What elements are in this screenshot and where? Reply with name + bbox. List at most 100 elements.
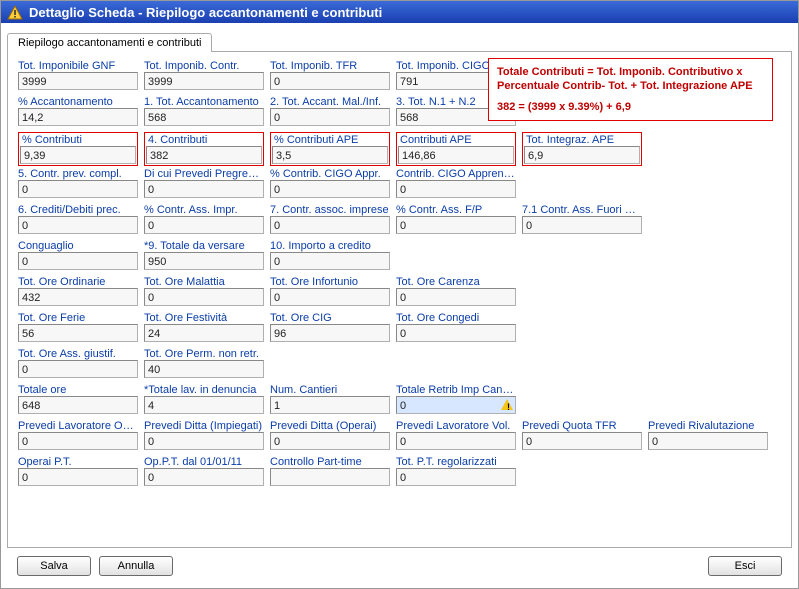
field-cell: % Contr. Ass. F/P0 <box>396 204 516 238</box>
field-value[interactable]: 40 <box>144 360 264 378</box>
field-cell: Prevedi Ditta (Operai)0 <box>270 420 390 454</box>
field-label: % Contributi APE <box>272 134 388 146</box>
field-value[interactable]: 648 <box>18 396 138 414</box>
field-label: Tot. Imponibile GNF <box>18 60 138 72</box>
field-value[interactable]: 96 <box>270 324 390 342</box>
field-value[interactable]: 432 <box>18 288 138 306</box>
field-label: Contrib. CIGO Apprendisti <box>396 168 516 180</box>
field-value[interactable]: 3,5 <box>272 146 388 164</box>
cancel-button[interactable]: Annulla <box>99 556 173 576</box>
field-value[interactable]: 0 <box>18 468 138 486</box>
field-label: Op.P.T. dal 01/01/11 <box>144 456 264 468</box>
field-label: Prevedi Lavoratore Obbl. <box>18 420 138 432</box>
field-value[interactable]: 0 <box>270 180 390 198</box>
field-label: Tot. Ore Ordinarie <box>18 276 138 288</box>
window-title: Dettaglio Scheda - Riepilogo accantoname… <box>29 5 382 20</box>
field-value[interactable]: 0 <box>270 216 390 234</box>
field-value[interactable]: 0 <box>144 288 264 306</box>
field-label: 1. Tot. Accantonamento <box>144 96 264 108</box>
field-value[interactable]: 3999 <box>144 72 264 90</box>
field-cell: Contrib. CIGO Apprendisti0 <box>396 168 516 202</box>
field-label: 5. Contr. prev. compl. <box>18 168 138 180</box>
field-value[interactable]: 56 <box>18 324 138 342</box>
field-value[interactable]: 0 <box>396 180 516 198</box>
field-cell: Tot. Ore Malattia0 <box>144 276 264 310</box>
field-value[interactable]: 6,9 <box>524 146 640 164</box>
field-cell: % Accantonamento14,2 <box>18 96 138 130</box>
warning-icon <box>7 4 23 20</box>
field-label: Tot. Integraz. APE <box>524 134 640 146</box>
field-value[interactable]: 9,39 <box>20 146 136 164</box>
field-value[interactable]: 0 <box>396 288 516 306</box>
field-value[interactable]: 0 <box>18 180 138 198</box>
field-value[interactable]: 0! <box>396 396 516 414</box>
field-cell: Totale ore648 <box>18 384 138 418</box>
field-value[interactable]: 0 <box>396 216 516 234</box>
field-cell: Tot. Ore Congedi0 <box>396 312 516 346</box>
field-value[interactable]: 0 <box>18 252 138 270</box>
field-value[interactable]: 0 <box>144 216 264 234</box>
field-label: Num. Cantieri <box>270 384 390 396</box>
field-value[interactable]: 3999 <box>18 72 138 90</box>
field-label: Di cui Prevedi Pregresso <box>144 168 264 180</box>
field-cell: 6. Crediti/Debiti prec.0 <box>18 204 138 238</box>
button-bar: Salva Annulla Esci <box>7 548 792 580</box>
field-value[interactable]: 0 <box>144 468 264 486</box>
field-value[interactable]: 568 <box>144 108 264 126</box>
field-value[interactable]: 0 <box>270 432 390 450</box>
field-label: *9. Totale da versare <box>144 240 264 252</box>
field-cell: 1. Tot. Accantonamento568 <box>144 96 264 130</box>
field-value[interactable]: 0 <box>522 432 642 450</box>
field-value[interactable]: 24 <box>144 324 264 342</box>
main-panel: Totale Contributi = Tot. Imponib. Contri… <box>7 51 792 548</box>
field-cell: Op.P.T. dal 01/01/110 <box>144 456 264 490</box>
field-cell: Tot. Ore Ordinarie432 <box>18 276 138 310</box>
field-value[interactable]: 0 <box>396 432 516 450</box>
field-value[interactable]: 0 <box>270 72 390 90</box>
field-label: Tot. Imponib. TFR <box>270 60 390 72</box>
field-value[interactable]: 0 <box>18 432 138 450</box>
field-value[interactable]: 382 <box>146 146 262 164</box>
field-value[interactable]: 0 <box>270 252 390 270</box>
save-button[interactable]: Salva <box>17 556 91 576</box>
field-cell: Contributi APE146,86 <box>396 132 516 166</box>
field-cell: Tot. Imponibile GNF3999 <box>18 60 138 94</box>
window-titlebar: Dettaglio Scheda - Riepilogo accantoname… <box>1 1 798 23</box>
exit-button[interactable]: Esci <box>708 556 782 576</box>
field-value[interactable]: 0 <box>18 216 138 234</box>
field-cell: 4. Contributi382 <box>144 132 264 166</box>
field-cell: % Contrib. CIGO Appr.0 <box>270 168 390 202</box>
field-value[interactable]: 0 <box>144 432 264 450</box>
field-cell: Prevedi Quota TFR0 <box>522 420 642 454</box>
field-label: Tot. Ore Carenza <box>396 276 516 288</box>
field-value[interactable]: 0 <box>270 288 390 306</box>
field-value[interactable]: 146,86 <box>398 146 514 164</box>
field-value[interactable]: 0 <box>270 108 390 126</box>
field-label: 4. Contributi <box>146 134 262 146</box>
field-value[interactable]: 4 <box>144 396 264 414</box>
field-value[interactable]: 1 <box>270 396 390 414</box>
field-value[interactable]: 14,2 <box>18 108 138 126</box>
field-value[interactable]: 0 <box>396 324 516 342</box>
field-value[interactable]: 0 <box>18 360 138 378</box>
field-cell: % Contributi APE3,5 <box>270 132 390 166</box>
formula-note: Totale Contributi = Tot. Imponib. Contri… <box>488 58 773 121</box>
field-value[interactable]: 0 <box>648 432 768 450</box>
field-value[interactable]: 0 <box>144 180 264 198</box>
field-cell: Tot. Imponib. TFR0 <box>270 60 390 94</box>
field-label: Prevedi Ditta (Impiegati) <box>144 420 264 432</box>
field-value[interactable]: 0 <box>396 468 516 486</box>
field-value[interactable]: 950 <box>144 252 264 270</box>
field-label: Controllo Part-time <box>270 456 390 468</box>
field-cell: *9. Totale da versare950 <box>144 240 264 274</box>
field-label: % Contr. Ass. Impr. <box>144 204 264 216</box>
warning-icon: ! <box>507 400 510 414</box>
field-cell: Di cui Prevedi Pregresso0 <box>144 168 264 202</box>
field-cell: Prevedi Ditta (Impiegati)0 <box>144 420 264 454</box>
field-value[interactable]: 0 <box>522 216 642 234</box>
field-label: Tot. Ore Festività <box>144 312 264 324</box>
field-value[interactable] <box>270 468 390 486</box>
field-cell: % Contr. Ass. Impr.0 <box>144 204 264 238</box>
field-label: Prevedi Quota TFR <box>522 420 642 432</box>
tab-riepilogo[interactable]: Riepilogo accantonamenti e contributi <box>7 33 212 52</box>
